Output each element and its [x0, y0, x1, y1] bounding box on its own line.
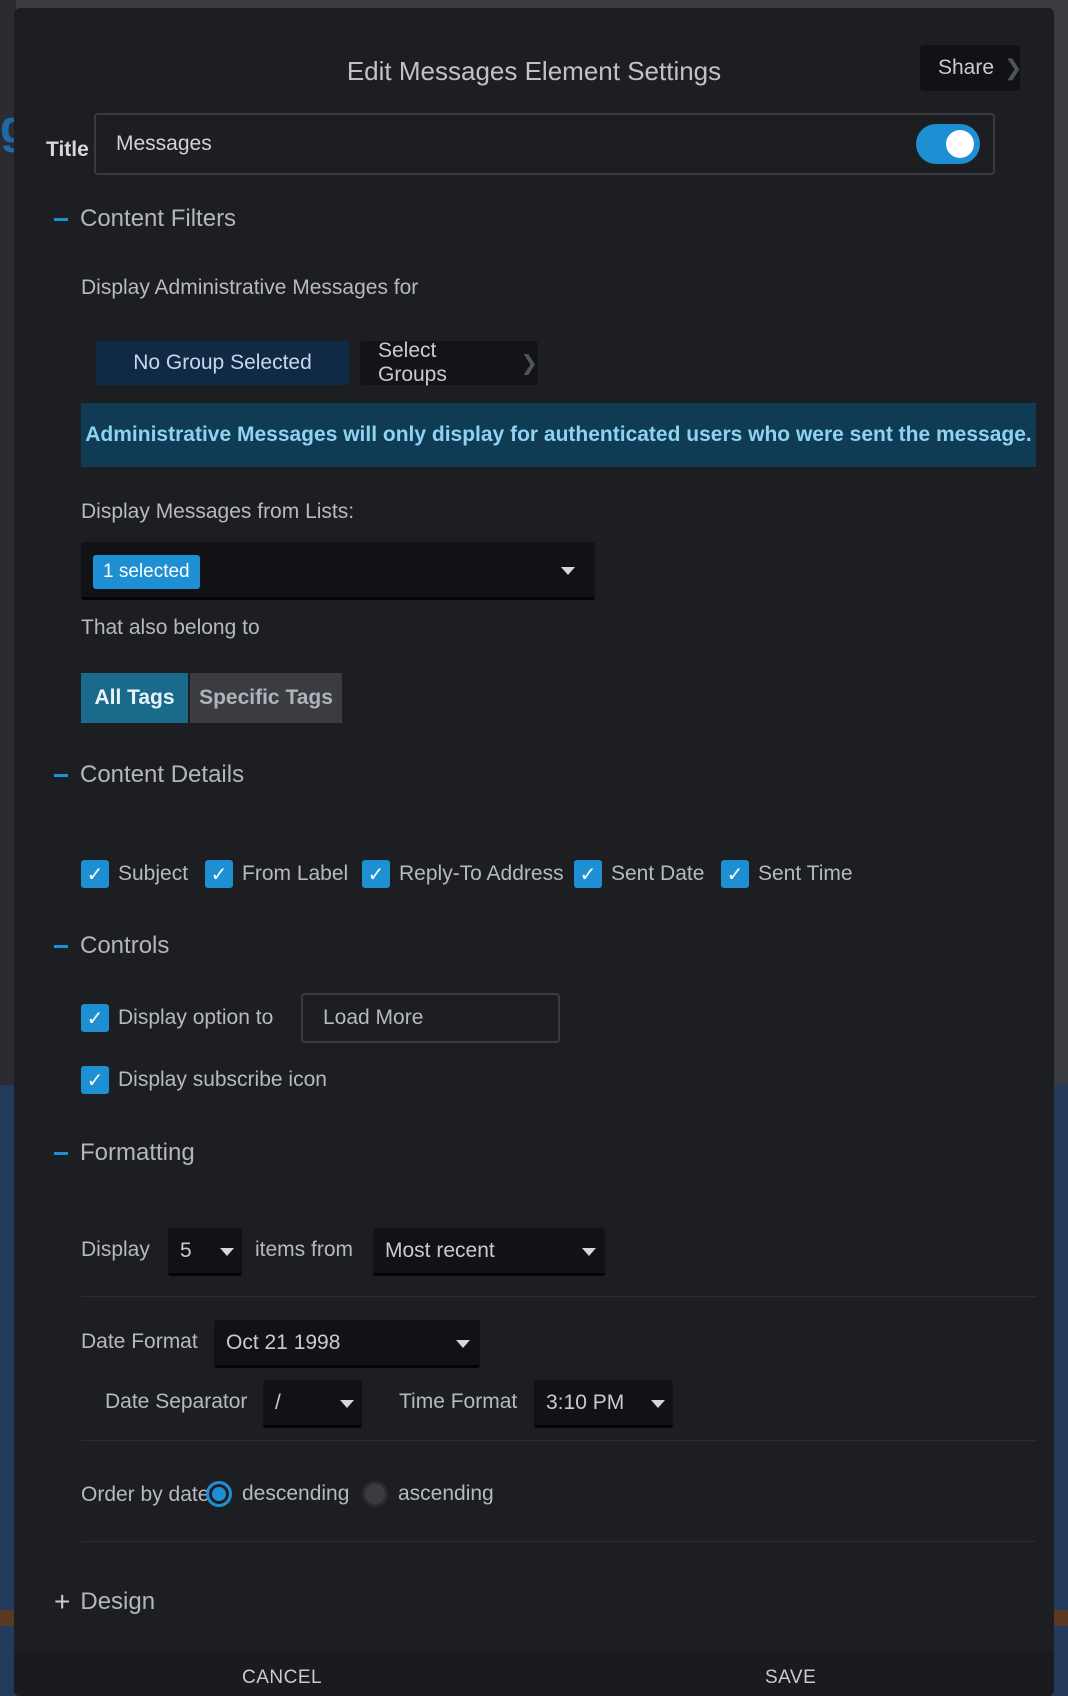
- date-separator-value: /: [275, 1390, 281, 1414]
- checkmark-icon[interactable]: ✓: [81, 1066, 109, 1094]
- time-format-select[interactable]: 3:10 PM: [534, 1380, 673, 1428]
- caret-down-icon: [220, 1248, 234, 1256]
- checkmark-icon[interactable]: ✓: [81, 860, 109, 888]
- share-button[interactable]: Share ❯: [920, 45, 1023, 91]
- chevron-right-icon: ❯: [520, 351, 538, 375]
- section-content-filters-label: Content Filters: [80, 205, 237, 232]
- date-format-select[interactable]: Oct 21 1998: [214, 1320, 480, 1368]
- all-tags-button[interactable]: All Tags: [81, 673, 188, 723]
- title-visibility-toggle[interactable]: [916, 124, 980, 164]
- title-field-label: Title: [46, 138, 89, 161]
- caret-down-icon: [582, 1248, 596, 1256]
- no-group-selected-badge: No Group Selected: [96, 341, 349, 385]
- display-option-value: Load More: [323, 1006, 424, 1029]
- date-separator-select[interactable]: /: [263, 1380, 362, 1428]
- cancel-button[interactable]: CANCEL: [242, 1667, 322, 1689]
- caret-down-icon: [456, 1340, 470, 1348]
- lists-multiselect[interactable]: 1 selected: [81, 542, 595, 600]
- section-content-filters[interactable]: Content Filters: [54, 205, 236, 233]
- checkbox-sent-date[interactable]: ✓ Sent Date: [574, 860, 704, 888]
- toggle-knob: [946, 130, 974, 158]
- item-count-value: 5: [180, 1238, 192, 1262]
- items-from-label: items from: [255, 1238, 354, 1261]
- expand-icon: +: [54, 1586, 71, 1617]
- admin-info-banner: Administrative Messages will only displa…: [81, 403, 1036, 467]
- lists-label: Display Messages from Lists:: [81, 500, 355, 523]
- collapse-icon: [54, 217, 68, 221]
- belong-label: That also belong to: [81, 616, 260, 639]
- checkbox-subscribe-icon[interactable]: ✓ Display subscribe icon: [81, 1066, 327, 1094]
- display-option-input[interactable]: Load More: [301, 993, 560, 1043]
- checkbox-from-label[interactable]: ✓ From Label: [205, 860, 348, 888]
- settings-modal: Edit Messages Element Settings Share ❯ T…: [14, 8, 1054, 1696]
- date-format-value: Oct 21 1998: [226, 1330, 341, 1354]
- section-controls[interactable]: Controls: [54, 932, 169, 960]
- share-label: Share: [938, 56, 995, 79]
- checkmark-icon[interactable]: ✓: [721, 860, 749, 888]
- radio-unselected-icon[interactable]: [362, 1481, 388, 1507]
- checkmark-icon[interactable]: ✓: [205, 860, 233, 888]
- checkbox-sent-time[interactable]: ✓ Sent Time: [721, 860, 853, 888]
- caret-down-icon: [651, 1400, 665, 1408]
- item-count-select[interactable]: 5: [168, 1228, 242, 1276]
- section-controls-label: Controls: [80, 932, 170, 959]
- select-groups-button[interactable]: Select Groups ❯: [360, 339, 538, 386]
- checkbox-label: Display subscribe icon: [118, 1068, 327, 1091]
- items-from-value: Most recent: [385, 1238, 495, 1262]
- admin-messages-label: Display Administrative Messages for: [81, 276, 419, 299]
- title-input[interactable]: Messages: [94, 113, 995, 175]
- checkmark-icon[interactable]: ✓: [81, 1004, 109, 1032]
- divider: [81, 1541, 1036, 1542]
- checkbox-label: Subject: [118, 862, 189, 885]
- modal-title: Edit Messages Element Settings: [346, 56, 722, 86]
- collapse-icon: [54, 944, 68, 948]
- checkmark-icon[interactable]: ✓: [362, 860, 390, 888]
- checkbox-reply-to[interactable]: ✓ Reply-To Address: [362, 860, 564, 888]
- date-separator-label: Date Separator: [105, 1390, 248, 1413]
- radio-ascending-label: ascending: [398, 1482, 494, 1505]
- date-format-label: Date Format: [81, 1330, 198, 1353]
- order-by-date-label: Order by date: [81, 1483, 210, 1506]
- section-content-details-label: Content Details: [80, 761, 245, 788]
- radio-descending-label: descending: [242, 1482, 350, 1505]
- divider: [81, 1296, 1036, 1297]
- display-count-label: Display: [81, 1238, 150, 1261]
- checkbox-label: Sent Time: [758, 862, 853, 885]
- save-button[interactable]: SAVE: [765, 1667, 816, 1689]
- collapse-icon: [54, 1151, 68, 1155]
- section-formatting-label: Formatting: [80, 1139, 195, 1166]
- caret-down-icon: [561, 567, 575, 575]
- checkbox-label: Reply-To Address: [399, 862, 564, 885]
- radio-ascending[interactable]: ascending: [362, 1481, 494, 1507]
- section-design[interactable]: + Design: [54, 1586, 155, 1618]
- checkmark-icon[interactable]: ✓: [574, 860, 602, 888]
- time-format-label: Time Format: [399, 1390, 518, 1413]
- checkbox-label: From Label: [242, 862, 349, 885]
- time-format-value: 3:10 PM: [546, 1390, 625, 1414]
- section-formatting[interactable]: Formatting: [54, 1139, 195, 1167]
- checkbox-label: Display option to: [118, 1006, 274, 1029]
- radio-descending[interactable]: descending: [206, 1481, 349, 1507]
- select-groups-label: Select Groups: [378, 339, 447, 386]
- radio-selected-icon[interactable]: [206, 1481, 232, 1507]
- divider: [81, 1440, 1036, 1441]
- section-content-details[interactable]: Content Details: [54, 761, 244, 789]
- checkbox-label: Sent Date: [611, 862, 705, 885]
- checkbox-display-option[interactable]: ✓ Display option to: [81, 1004, 273, 1032]
- caret-down-icon: [340, 1400, 354, 1408]
- section-design-label: Design: [80, 1588, 156, 1615]
- chevron-right-icon: ❯: [1004, 55, 1023, 80]
- items-from-select[interactable]: Most recent: [373, 1228, 605, 1276]
- title-input-value: Messages: [116, 132, 212, 155]
- selected-count-pill: 1 selected: [93, 555, 200, 589]
- collapse-icon: [54, 773, 68, 777]
- specific-tags-button[interactable]: Specific Tags: [190, 673, 342, 723]
- checkbox-subject[interactable]: ✓ Subject: [81, 860, 188, 888]
- modal-footer: CANCEL SAVE: [14, 1653, 1054, 1696]
